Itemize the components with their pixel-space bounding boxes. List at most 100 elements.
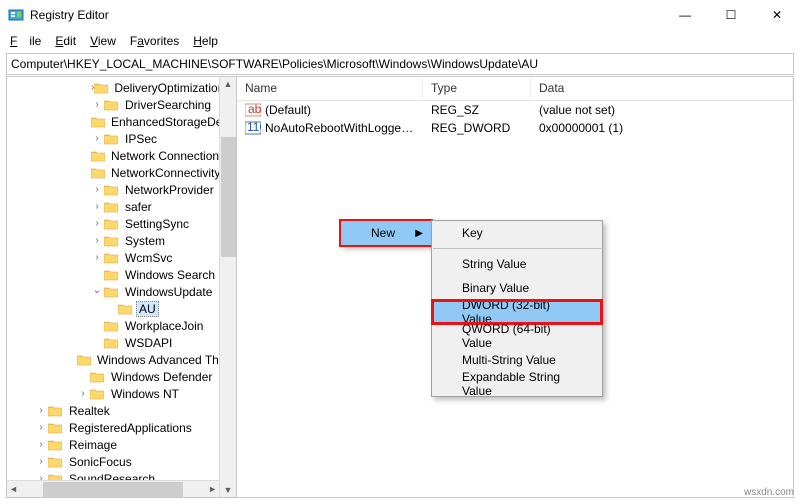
expand-icon[interactable]: › [91, 235, 103, 246]
expand-icon[interactable]: › [35, 422, 47, 433]
tree-item-settingsync[interactable]: › SettingSync [7, 215, 219, 232]
tree-item-system[interactable]: ›System [7, 232, 219, 249]
scroll-up-icon[interactable]: ▲ [224, 79, 233, 89]
dword-value-icon: 110 [245, 121, 261, 135]
folder-icon [103, 132, 119, 146]
tree-scrollbar-h[interactable]: ◄ ► [7, 480, 219, 497]
window-title: Registry Editor [30, 8, 662, 22]
expand-icon[interactable]: › [91, 201, 103, 212]
tree-item-label: safer [122, 200, 155, 214]
tree-item-driversearching[interactable]: ›DriverSearching [7, 96, 219, 113]
maximize-button[interactable]: ☐ [708, 0, 754, 30]
menu-view[interactable]: View [84, 32, 122, 50]
menu-favorites[interactable]: Favorites [124, 32, 185, 50]
value-type: REG_SZ [423, 103, 531, 117]
content: ›DeliveryOptimization›DriverSearchingEnh… [6, 76, 794, 498]
context-item-label: String Value [462, 257, 526, 271]
expand-icon[interactable]: › [35, 405, 47, 416]
folder-icon [103, 98, 119, 112]
menu-edit[interactable]: Edit [49, 32, 82, 50]
scroll-thumb[interactable] [221, 137, 236, 257]
expand-icon[interactable]: › [91, 184, 103, 195]
tree-item-deliveryoptimization[interactable]: ›DeliveryOptimization [7, 79, 219, 96]
folder-icon [91, 166, 105, 180]
tree-item-label: NetworkProvider [122, 183, 217, 197]
folder-icon [103, 268, 119, 282]
col-header-name[interactable]: Name [237, 77, 423, 100]
tree-item-label: Reimage [66, 438, 120, 452]
context-item-key[interactable]: Key [432, 221, 602, 245]
tree-item-windows-advanced-threat-protection[interactable]: Windows Advanced Threat Protection [7, 351, 219, 368]
expand-icon[interactable]: › [35, 439, 47, 450]
folder-icon [103, 251, 119, 265]
folder-icon [103, 319, 119, 333]
tree-item-enhancedstoragedevices[interactable]: EnhancedStorageDevices [7, 113, 219, 130]
expand-icon[interactable]: › [35, 473, 47, 480]
tree-item-wsdapi[interactable]: WSDAPI [7, 334, 219, 351]
address-bar[interactable]: Computer\HKEY_LOCAL_MACHINE\SOFTWARE\Pol… [6, 53, 794, 75]
context-item-qword-64-bit-value[interactable]: QWORD (64-bit) Value [432, 324, 602, 348]
tree-item-windowsupdate[interactable]: ⌄ WindowsUpdate [7, 283, 219, 300]
tree-item-label: SoundResearch [66, 472, 158, 481]
tree-item-soundresearch[interactable]: › SoundResearch [7, 470, 219, 480]
scroll-thumb-h[interactable] [43, 482, 183, 497]
tree-item-label: Realtek [66, 404, 113, 418]
tree-item-networkprovider[interactable]: › NetworkProvider [7, 181, 219, 198]
regedit-icon [8, 7, 24, 23]
address-text[interactable]: Computer\HKEY_LOCAL_MACHINE\SOFTWARE\Pol… [11, 57, 789, 71]
tree-item-realtek[interactable]: › Realtek [7, 402, 219, 419]
value-row[interactable]: 110NoAutoRebootWithLoggedOnU...REG_DWORD… [237, 119, 793, 137]
tree-item-safer[interactable]: › safer [7, 198, 219, 215]
context-item-binary-value[interactable]: Binary Value [432, 276, 602, 300]
tree-item-ipsec[interactable]: ›IPSec [7, 130, 219, 147]
col-header-data[interactable]: Data [531, 77, 793, 100]
value-name: NoAutoRebootWithLoggedOnU... [265, 121, 423, 135]
expand-icon[interactable]: › [91, 218, 103, 229]
menu-help[interactable]: Help [187, 32, 224, 50]
tree-item-registeredapplications[interactable]: ›RegisteredApplications [7, 419, 219, 436]
context-item-label: QWORD (64-bit) Value [462, 322, 574, 350]
context-new[interactable]: New ▶ KeyString ValueBinary ValueDWORD (… [341, 221, 431, 245]
tree-scrollbar-v[interactable]: ▲ ▼ [219, 77, 236, 497]
context-item-dword-32-bit-value[interactable]: DWORD (32-bit) Value [432, 300, 602, 324]
close-button[interactable]: ✕ [754, 0, 800, 30]
tree-item-au[interactable]: AU [7, 300, 219, 317]
tree-item-label: WindowsUpdate [122, 285, 215, 299]
value-name: (Default) [265, 103, 311, 117]
tree-item-label: Windows Search [122, 268, 218, 282]
tree-item-sonicfocus[interactable]: › SonicFocus [7, 453, 219, 470]
tree-item-label: SettingSync [122, 217, 192, 231]
tree-item-label: Windows Advanced Threat Protection [94, 353, 219, 367]
collapse-icon[interactable]: ⌄ [91, 285, 103, 296]
context-item-string-value[interactable]: String Value [432, 252, 602, 276]
expand-icon[interactable]: › [91, 252, 103, 263]
tree-item-wcmsvc[interactable]: ›WcmSvc [7, 249, 219, 266]
tree-item-reimage[interactable]: › Reimage [7, 436, 219, 453]
context-menu-main: New ▶ KeyString ValueBinary ValueDWORD (… [340, 220, 432, 246]
tree-item-windows-nt[interactable]: ›Windows NT [7, 385, 219, 402]
tree-item-label: SonicFocus [66, 455, 135, 469]
expand-icon[interactable]: › [77, 388, 89, 399]
tree-item-workplacejoin[interactable]: WorkplaceJoin [7, 317, 219, 334]
tree-item-windows-search[interactable]: Windows Search [7, 266, 219, 283]
context-item-multi-string-value[interactable]: Multi-String Value [432, 348, 602, 372]
context-menu: New ▶ KeyString ValueBinary ValueDWORD (… [340, 220, 432, 246]
expand-icon[interactable]: › [91, 99, 103, 110]
expand-icon[interactable]: › [35, 456, 47, 467]
context-item-label: Multi-String Value [462, 353, 556, 367]
scroll-down-icon[interactable]: ▼ [224, 485, 233, 495]
context-item-expandable-string-value[interactable]: Expandable String Value [432, 372, 602, 396]
svg-text:ab: ab [248, 103, 261, 116]
value-row[interactable]: ab(Default)REG_SZ(value not set) [237, 101, 793, 119]
expand-icon[interactable]: › [91, 133, 103, 144]
col-header-type[interactable]: Type [423, 77, 531, 100]
tree-item-windows-defender[interactable]: Windows Defender [7, 368, 219, 385]
menu-file[interactable]: File [4, 32, 47, 50]
tree-item-networkconnectivitystatusindicator[interactable]: NetworkConnectivityStatusIndicator [7, 164, 219, 181]
folder-icon [103, 234, 119, 248]
scroll-left-icon[interactable]: ◄ [9, 484, 18, 494]
minimize-button[interactable]: — [662, 0, 708, 30]
folder-icon [103, 183, 119, 197]
scroll-right-icon[interactable]: ► [208, 484, 217, 494]
tree-item-network-connections[interactable]: Network Connections [7, 147, 219, 164]
